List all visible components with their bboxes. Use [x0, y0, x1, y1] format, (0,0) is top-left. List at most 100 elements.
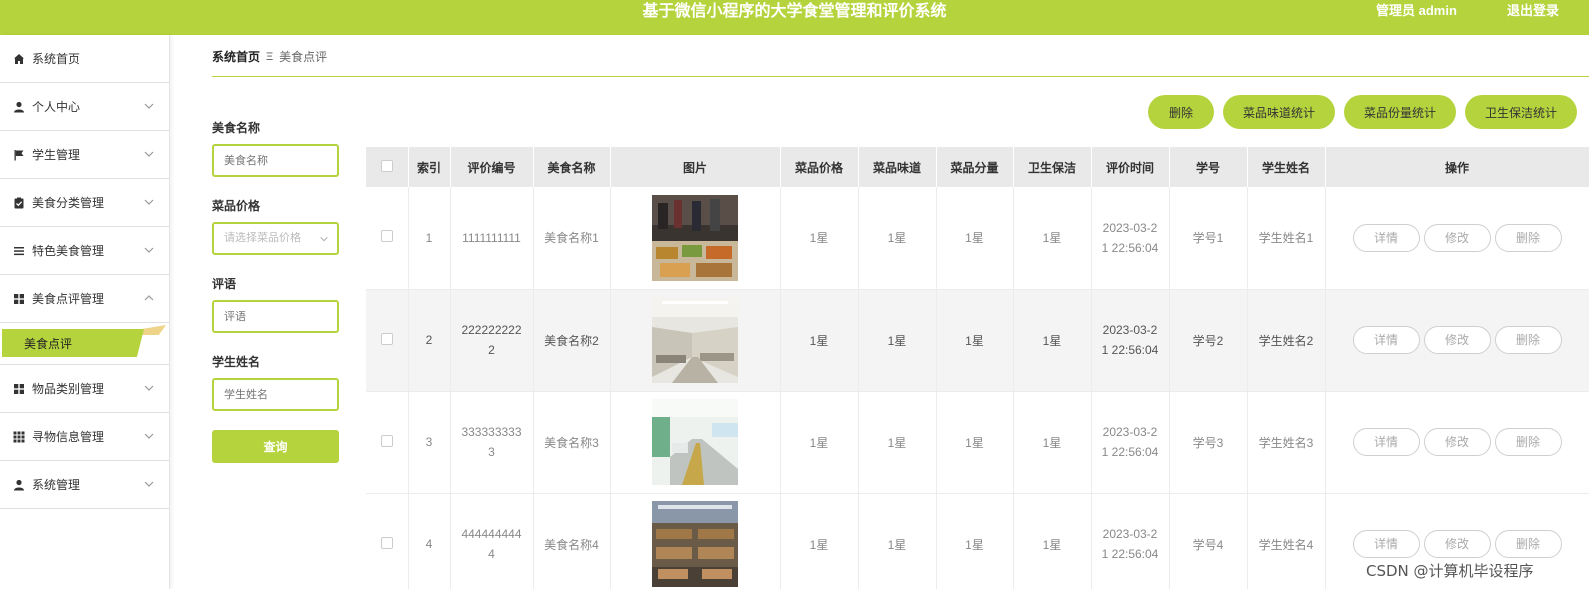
chevron-down-icon [144, 247, 154, 253]
cafeteria-buffet-photo [652, 194, 738, 281]
flag-icon [12, 148, 26, 162]
sidebar-item-home[interactable]: 系统首页 [0, 35, 169, 83]
sidebar-submenu-food-review: 美食点评 [0, 323, 169, 365]
logout-button[interactable]: 退出登录 [1507, 0, 1559, 22]
taste-cell: 1星 [858, 391, 937, 494]
image-cell [610, 289, 781, 392]
header-cell: 图片 [610, 147, 781, 187]
header-cell: 学号 [1169, 147, 1248, 187]
row-select-cell [366, 493, 409, 589]
canteen-hall-photo [652, 297, 738, 383]
action-bar: 删除 菜品味道统计 菜品份量统计 卫生保洁统计 [1148, 95, 1577, 129]
code-cell: 1111111111 [450, 187, 534, 290]
food-name-cell: 美食名称3 [533, 391, 611, 494]
sidebar-item-lost-found[interactable]: 寻物信息管理 [0, 413, 169, 461]
chevron-down-icon [144, 433, 154, 439]
delete-button[interactable]: 删除 [1494, 428, 1562, 456]
food-name-cell: 美食名称4 [533, 493, 611, 589]
detail-button[interactable]: 详情 [1352, 326, 1420, 354]
price-cell: 1星 [780, 187, 859, 290]
price-select[interactable]: 请选择菜品价格 [212, 222, 339, 255]
breadcrumb-current: 美食点评 [279, 50, 328, 64]
food-name-cell: 美食名称1 [533, 187, 611, 290]
taste-cell: 1星 [858, 289, 937, 392]
sidebar-item-system-management[interactable]: 系统管理 [0, 461, 169, 509]
header-cell: 操作 [1325, 147, 1589, 187]
sidebar-item-food-review-management[interactable]: 美食点评管理 [0, 275, 169, 323]
delete-button[interactable]: 删除 [1494, 326, 1562, 354]
food-name-input[interactable] [212, 144, 339, 177]
breadcrumb-home[interactable]: 系统首页 [212, 48, 260, 65]
detail-button[interactable]: 详情 [1352, 428, 1420, 456]
student-name-cell: 学生姓名3 [1247, 391, 1326, 494]
comment-input[interactable] [212, 300, 339, 333]
time-cell: 2023-03-21 22:56:04 [1091, 187, 1170, 290]
portion-stats-button[interactable]: 菜品份量统计 [1344, 95, 1456, 129]
table-header-row: 索引 评价编号 美食名称 图片 菜品价格 菜品味道 菜品分量 卫生保洁 评价时间… [366, 147, 1589, 187]
list-icon [12, 244, 26, 258]
sidebar-item-food-category[interactable]: 美食分类管理 [0, 179, 169, 227]
search-panel: 美食名称 菜品价格 请选择菜品价格 评语 学生姓名 查询 [212, 118, 342, 463]
grid-icon [12, 292, 26, 306]
row-checkbox[interactable] [380, 434, 393, 447]
row-checkbox[interactable] [380, 536, 393, 549]
index-cell: 4 [408, 493, 451, 589]
index-cell: 1 [408, 187, 451, 290]
sidebar-item-label: 寻物信息管理 [32, 430, 105, 444]
hygiene-cell: 1星 [1013, 493, 1092, 589]
chevron-down-icon [144, 151, 154, 157]
student-no-cell: 学号2 [1169, 289, 1248, 392]
index-cell: 2 [408, 289, 451, 392]
header-cell: 评价时间 [1091, 147, 1170, 187]
header-cell: 菜品味道 [858, 147, 937, 187]
sidebar-item-personal-center[interactable]: 个人中心 [0, 83, 169, 131]
sidebar-item-student-management[interactable]: 学生管理 [0, 131, 169, 179]
review-table: 索引 评价编号 美食名称 图片 菜品价格 菜品味道 菜品分量 卫生保洁 评价时间… [366, 147, 1589, 589]
taste-stats-button[interactable]: 菜品味道统计 [1223, 95, 1335, 129]
detail-button[interactable]: 详情 [1352, 530, 1420, 558]
home-icon [12, 52, 26, 66]
student-name-label: 学生姓名 [212, 355, 261, 369]
price-cell: 1星 [780, 493, 859, 589]
sidebar-item-label: 个人中心 [32, 100, 81, 114]
student-name-cell: 学生姓名1 [1247, 187, 1326, 290]
image-cell [610, 391, 781, 494]
hygiene-stats-button[interactable]: 卫生保洁统计 [1465, 95, 1577, 129]
select-all-checkbox[interactable] [380, 159, 393, 172]
price-cell: 1星 [780, 289, 859, 392]
sidebar-item-label: 美食点评管理 [32, 292, 105, 306]
comment-label: 评语 [212, 277, 237, 291]
user-icon [12, 100, 26, 114]
detail-button[interactable]: 详情 [1352, 223, 1420, 252]
student-no-cell: 学号1 [1169, 187, 1248, 290]
ops-cell: 详情 修改 删除 [1325, 391, 1589, 494]
edit-button[interactable]: 修改 [1423, 530, 1491, 558]
row-checkbox[interactable] [380, 230, 393, 243]
student-no-cell: 学号4 [1169, 493, 1248, 589]
edit-button[interactable]: 修改 [1423, 326, 1491, 354]
chevron-down-icon [144, 199, 154, 205]
student-name-input[interactable] [212, 378, 339, 411]
query-button[interactable]: 查询 [212, 430, 339, 463]
header-cell: 卫生保洁 [1013, 147, 1092, 187]
image-cell [610, 187, 781, 290]
clipboard-check-icon [12, 196, 26, 210]
table-row: 1 1111111111 美食名称1 1星 1星 1星 1星 2023-03-2… [366, 187, 1589, 290]
sidebar-item-item-category[interactable]: 物品类别管理 [0, 365, 169, 413]
ops-cell: 详情 修改 删除 [1325, 289, 1589, 392]
sidebar-subitem-food-review[interactable]: 美食点评 [2, 329, 144, 357]
row-checkbox[interactable] [380, 332, 393, 345]
taste-cell: 1星 [858, 187, 937, 290]
row-select-cell [366, 187, 409, 290]
food-name-label: 美食名称 [212, 121, 261, 135]
delete-button[interactable]: 删除 [1494, 530, 1562, 558]
breadcrumb: 系统首页 Ξ 美食点评 [212, 48, 327, 65]
edit-button[interactable]: 修改 [1423, 223, 1491, 252]
header-select-all[interactable] [366, 147, 409, 187]
sidebar-item-label: 美食分类管理 [32, 196, 105, 210]
delete-button[interactable]: 删除 [1494, 223, 1562, 252]
edit-button[interactable]: 修改 [1423, 428, 1491, 456]
food-name-cell: 美食名称2 [533, 289, 611, 392]
batch-delete-button[interactable]: 删除 [1148, 95, 1214, 129]
sidebar-item-special-food[interactable]: 特色美食管理 [0, 227, 169, 275]
